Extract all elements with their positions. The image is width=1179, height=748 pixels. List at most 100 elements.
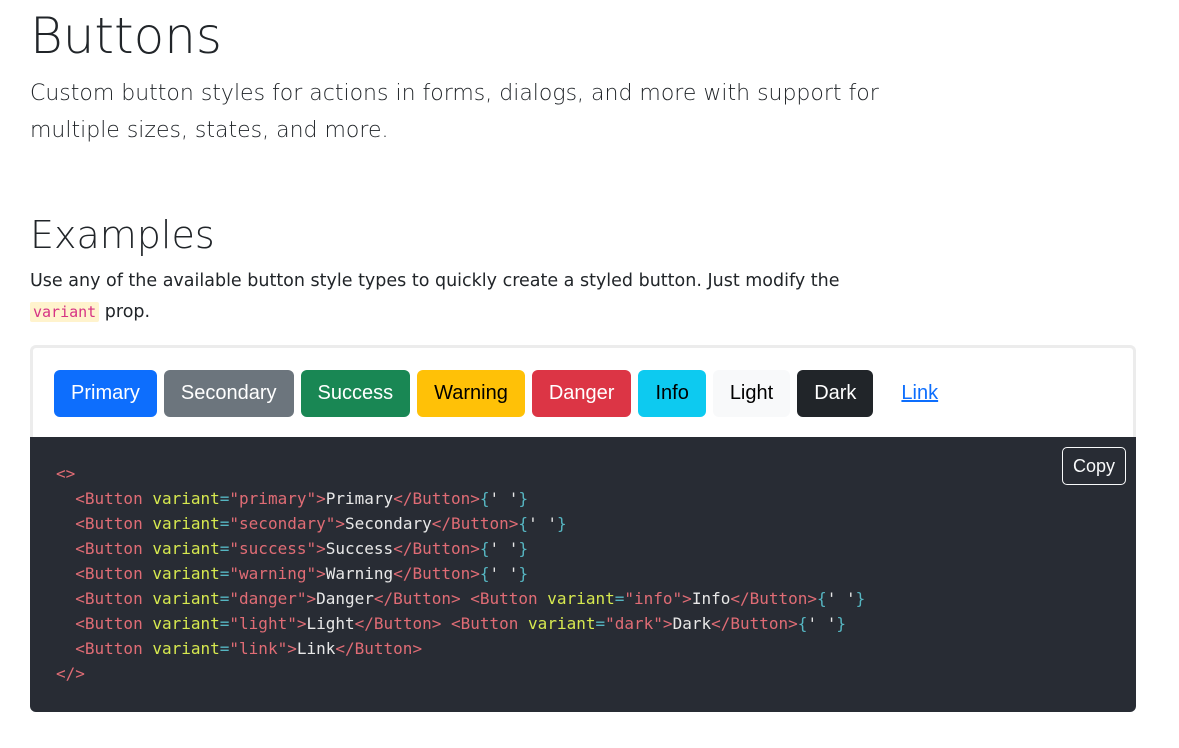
code-token: ' ' [489,564,519,583]
code-token: </Button> <Button [354,614,529,633]
code-token: ' ' [489,539,519,558]
code-token: </Button> [393,539,480,558]
code-token: > [662,614,673,633]
code-token: > [306,589,317,608]
code-line: <Button variant="link">Link</Button> [56,636,865,661]
code-token: > [316,564,326,583]
code-token: "dark" [605,614,663,633]
code-token: { [479,489,490,508]
code-token: variant [152,639,220,658]
code-token: <Button [56,639,153,658]
examples-description-suffix: prop. [104,302,151,322]
code-token: Secondary [345,514,432,533]
code-token: { [797,614,808,633]
examples-description: Use any of the available button style ty… [30,266,910,328]
code-token: <Button [56,514,153,533]
code-token: </Button> [711,614,798,633]
code-token: </Button> [393,489,480,508]
code-token: = [614,589,625,608]
danger-button[interactable]: Danger [531,370,632,417]
code-token: ' ' [489,489,519,508]
code-token: ' ' [807,614,837,633]
code-token: <> [56,464,76,483]
page-title: Buttons [30,7,222,65]
code-token: Success [325,539,394,558]
code-token: Warning [325,564,394,583]
code-line: </> [56,661,865,686]
example-preview: Primary Secondary Success Warning Danger… [30,345,1136,438]
variant-inline-code: variant [30,302,100,322]
copy-button[interactable]: Copy [1061,447,1126,485]
code-token: } [518,489,529,508]
code-token: "info" [624,589,683,608]
code-token: "link" [229,639,288,658]
code-token: variant [152,589,220,608]
code-line: <Button variant="primary">Primary</Butto… [56,486,865,511]
code-token: <Button [56,539,153,558]
code-token: "primary" [229,489,317,508]
code-token: { [817,589,827,608]
code-token: = [595,614,606,633]
button-row: Primary Secondary Success Warning Danger… [54,370,955,417]
code-token: variant [152,489,220,508]
code-token: "danger" [229,589,307,608]
code-line: <Button variant="danger">Danger</Button>… [56,586,865,611]
warning-button[interactable]: Warning [417,370,525,417]
info-button[interactable]: Info [638,370,706,417]
code-token: <Button [56,589,153,608]
code-token: </Button> <Button [373,589,548,608]
code-token: variant [152,564,220,583]
code-token: } [836,614,846,633]
code-token: = [219,489,230,508]
code-token: "light" [229,614,297,633]
code-token: variant [547,589,615,608]
link-button[interactable]: Link [884,370,955,417]
code-token: { [479,539,490,558]
code-token: Light [306,614,355,633]
code-token: } [518,564,529,583]
code-token: ' ' [528,514,557,533]
code-token: } [855,589,866,608]
code-token: = [219,564,230,583]
code-token: "success" [229,539,317,558]
code-token: > [335,514,346,533]
secondary-button[interactable]: Secondary [163,370,294,417]
code-token: { [518,514,529,533]
code-token: > [316,489,326,508]
examples-heading: Examples [30,213,215,257]
code-token: > [316,539,326,558]
code-token: <Button [56,564,153,583]
code-token: </Button> [730,589,818,608]
code-token: > [682,589,692,608]
examples-description-text: Use any of the available button style ty… [30,271,840,291]
code-token: variant [152,614,220,633]
code-line: <Button variant="warning">Warning</Butto… [56,561,865,586]
success-button[interactable]: Success [300,370,411,417]
code-token: "warning" [229,564,317,583]
code-token: } [518,539,529,558]
page-lead: Custom button styles for actions in form… [30,81,879,143]
code-token: </Button> [393,564,480,583]
code-token: Link [296,639,336,658]
code-token: Danger [316,589,374,608]
dark-button[interactable]: Dark [797,370,874,417]
code-token: ' ' [826,589,856,608]
code-line: <Button variant="light">Light</Button> <… [56,611,865,636]
page: Buttons Custom button styles for actions… [0,0,1179,748]
code-token: } [556,514,567,533]
code-token: </> [56,664,85,683]
light-button[interactable]: Light [712,370,791,417]
code-token: = [219,614,230,633]
code-token: { [479,564,490,583]
code-token: <Button [56,489,153,508]
code-line: <Button variant="secondary">Secondary</B… [56,511,865,536]
code-token: Dark [672,614,712,633]
code-token: variant [528,614,596,633]
code-token: = [219,539,230,558]
code-token: = [219,514,230,533]
code-token: > [287,639,297,658]
code-token: </Button> [431,514,519,533]
code-token: Primary [325,489,394,508]
code-line: <> [56,461,865,486]
primary-button[interactable]: Primary [54,370,157,417]
